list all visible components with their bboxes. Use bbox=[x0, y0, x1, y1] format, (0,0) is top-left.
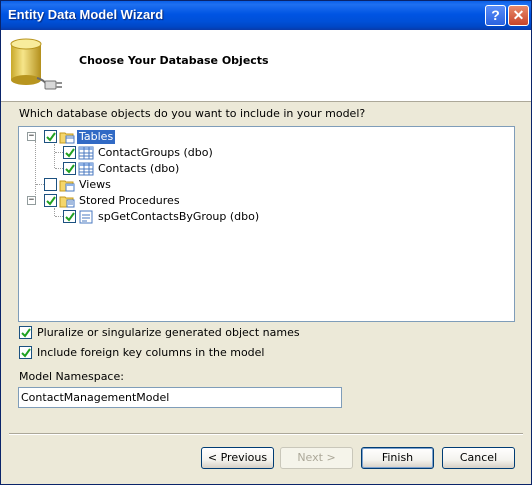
tree-node-procedure[interactable]: spGetContactsByGroup (dbo) bbox=[19, 209, 259, 225]
tree-node-contacts[interactable]: Contacts (dbo) bbox=[19, 161, 239, 177]
database-objects-tree[interactable]: − Tables ContactGroups (dbo) Contacts (d… bbox=[18, 126, 515, 322]
pluralize-checkbox[interactable] bbox=[19, 326, 32, 339]
stored-procedure-icon bbox=[79, 210, 93, 224]
tree-node-tables[interactable]: − Tables bbox=[19, 129, 219, 145]
tree-label-tables: Tables bbox=[77, 130, 116, 144]
table-icon bbox=[78, 162, 94, 176]
collapse-tables-toggle[interactable]: − bbox=[27, 132, 36, 141]
title-bar[interactable]: Entity Data Model Wizard ? ✕ bbox=[1, 1, 531, 30]
check-icon bbox=[21, 348, 31, 358]
tree-label-views: Views bbox=[79, 178, 111, 191]
namespace-input[interactable]: ContactManagementModel bbox=[18, 387, 342, 408]
contactgroups-checkbox[interactable] bbox=[63, 146, 76, 159]
close-button[interactable]: ✕ bbox=[508, 5, 529, 26]
stored-procedures-checkbox[interactable] bbox=[44, 194, 57, 207]
database-plug-icon bbox=[10, 38, 62, 90]
folder-tables-icon bbox=[59, 132, 75, 144]
views-checkbox[interactable] bbox=[44, 178, 57, 191]
help-button[interactable]: ? bbox=[485, 5, 506, 26]
check-icon bbox=[65, 164, 75, 174]
tables-checkbox[interactable] bbox=[44, 130, 57, 143]
tree-label-stored-procedures: Stored Procedures bbox=[79, 194, 180, 207]
contacts-checkbox[interactable] bbox=[63, 162, 76, 175]
page-title: Choose Your Database Objects bbox=[79, 54, 269, 67]
foreign-keys-option[interactable]: Include foreign key columns in the model bbox=[19, 346, 319, 360]
pluralize-option[interactable]: Pluralize or singularize generated objec… bbox=[19, 326, 319, 340]
foreign-keys-label: Include foreign key columns in the model bbox=[37, 346, 265, 359]
objects-prompt: Which database objects do you want to in… bbox=[19, 107, 366, 120]
folder-procedures-icon bbox=[59, 196, 75, 208]
table-icon bbox=[78, 146, 94, 160]
tree-label-procedure: spGetContactsByGroup (dbo) bbox=[98, 210, 260, 223]
previous-button[interactable]: < Previous bbox=[201, 447, 274, 469]
tree-label-table: ContactGroups (dbo) bbox=[98, 146, 213, 159]
finish-button[interactable]: Finish bbox=[361, 447, 434, 469]
cancel-button[interactable]: Cancel bbox=[442, 447, 515, 469]
tree-node-contactgroups[interactable]: ContactGroups (dbo) bbox=[19, 145, 239, 161]
check-icon bbox=[65, 212, 75, 222]
check-icon bbox=[21, 328, 31, 338]
wizard-header: Choose Your Database Objects bbox=[1, 30, 531, 102]
foreign-keys-checkbox[interactable] bbox=[19, 346, 32, 359]
footer-divider bbox=[9, 433, 523, 435]
wizard-window: Entity Data Model Wizard ? ✕ Choose Your… bbox=[0, 0, 532, 485]
check-icon bbox=[65, 148, 75, 158]
next-button[interactable]: Next > bbox=[280, 447, 353, 469]
namespace-label: Model Namespace: bbox=[19, 370, 124, 383]
tree-node-stored-procedures[interactable]: − Stored Procedures bbox=[19, 193, 239, 209]
tree-label-table: Contacts (dbo) bbox=[98, 162, 180, 175]
window-title: Entity Data Model Wizard bbox=[8, 7, 164, 22]
procedure-checkbox[interactable] bbox=[63, 210, 76, 223]
tree-node-views[interactable]: Views bbox=[19, 177, 219, 193]
check-icon bbox=[46, 196, 56, 206]
folder-views-icon bbox=[59, 180, 75, 192]
pluralize-label: Pluralize or singularize generated objec… bbox=[37, 326, 300, 339]
check-icon bbox=[46, 132, 56, 142]
collapse-procedures-toggle[interactable]: − bbox=[27, 196, 36, 205]
